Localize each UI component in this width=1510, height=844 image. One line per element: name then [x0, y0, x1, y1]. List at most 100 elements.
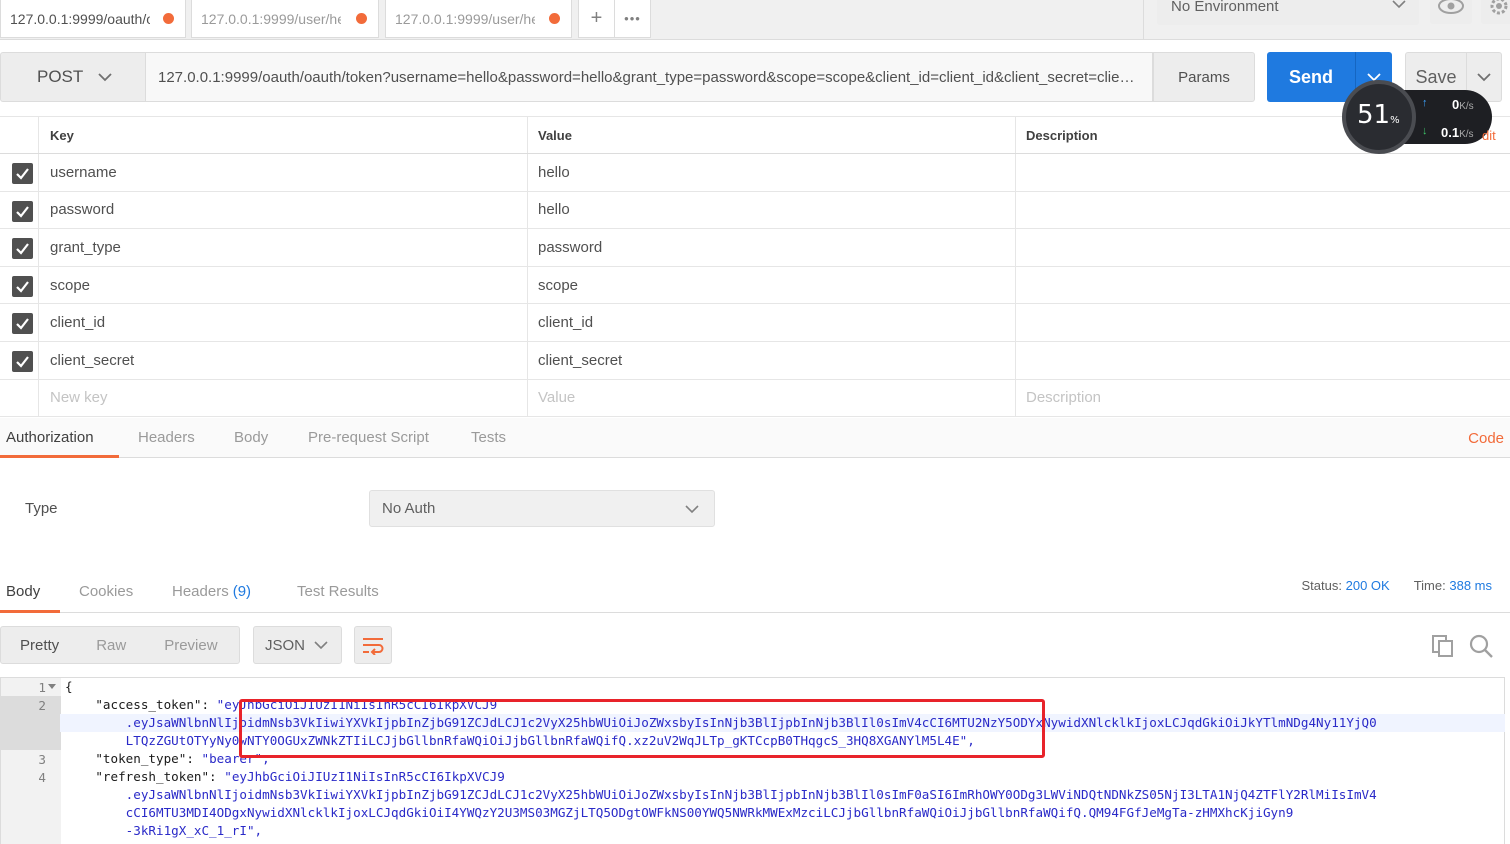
method-select[interactable]: POST: [0, 52, 146, 102]
param-key-cell[interactable]: client_secret: [38, 341, 527, 379]
new-tab-button[interactable]: +: [578, 0, 615, 38]
response-status: Status: 200 OK Time: 388 ms: [1302, 578, 1492, 593]
download-speed-value: 0.1: [1441, 125, 1460, 140]
check-icon: [16, 205, 29, 218]
tab-label: Body: [234, 429, 269, 446]
copy-button[interactable]: [1431, 634, 1455, 662]
response-tabs: Body Cookies Headers (9) Test Results St…: [0, 570, 1510, 613]
bulk-edit-link[interactable]: dit: [1482, 128, 1496, 143]
param-checkbox[interactable]: [12, 200, 33, 222]
auth-type-value: No Auth: [382, 500, 436, 517]
param-description-cell[interactable]: [1015, 229, 1510, 266]
param-description-cell[interactable]: [1015, 304, 1510, 341]
param-checkbox[interactable]: [12, 350, 33, 372]
wrap-lines-button[interactable]: [354, 626, 392, 664]
new-key-input[interactable]: New key: [38, 379, 527, 417]
params-button[interactable]: Params: [1153, 52, 1255, 102]
environment-quick-look-button[interactable]: [1430, 0, 1472, 24]
param-value-cell[interactable]: client_secret: [527, 341, 1015, 379]
code-line: "refresh_token": "eyJhbGciOiJIUzI1NiIsIn…: [65, 768, 505, 786]
view-mode-raw[interactable]: Raw: [96, 637, 126, 654]
param-key-cell[interactable]: scope: [38, 266, 527, 304]
check-icon: [16, 318, 29, 331]
param-description-cell[interactable]: [1015, 154, 1510, 191]
param-value-cell[interactable]: scope: [527, 266, 1015, 304]
auth-type-select[interactable]: No Auth: [369, 490, 715, 527]
code-token: {: [65, 679, 73, 694]
request-subtabs: Authorization Headers Body Pre-request S…: [0, 418, 1510, 458]
tab-authorization[interactable]: Authorization: [6, 418, 94, 457]
view-mode-preview[interactable]: Preview: [164, 637, 217, 654]
settings-button[interactable]: [1481, 0, 1510, 24]
code-token: "refresh_token":: [65, 769, 225, 784]
param-description-cell[interactable]: [1015, 266, 1510, 304]
chevron-down-icon: [1391, 0, 1407, 12]
tab-label: Test Results: [297, 582, 379, 600]
column-header-value: Value: [527, 117, 1015, 153]
tab-tests[interactable]: Tests: [471, 418, 506, 457]
send-button-label: Send: [1288, 66, 1333, 87]
param-checkbox[interactable]: [12, 313, 33, 335]
param-value-cell[interactable]: password: [527, 229, 1015, 266]
tab-response-body[interactable]: Body: [6, 570, 40, 612]
param-key-cell[interactable]: client_id: [38, 304, 527, 341]
tab-test-results[interactable]: Test Results: [297, 570, 379, 612]
upload-speed: 0K/s: [1452, 97, 1474, 112]
environment-select[interactable]: No Environment: [1157, 0, 1419, 25]
search-button[interactable]: [1468, 633, 1494, 663]
param-key-cell[interactable]: grant_type: [38, 229, 527, 266]
param-checkbox[interactable]: [12, 275, 33, 297]
tab-label: Body: [6, 582, 41, 600]
tab-body[interactable]: Body: [234, 418, 268, 457]
request-tab-title: 127.0.0.1:9999/user/hello: [201, 10, 341, 27]
url-input[interactable]: 127.0.0.1:9999/oauth/oauth/token?usernam…: [146, 52, 1153, 102]
tab-headers[interactable]: Headers: [138, 418, 195, 457]
network-speed-widget: 51% ↑ 0K/s ↓ 0.1K/s: [1342, 80, 1492, 154]
tab-cookies[interactable]: Cookies: [79, 570, 133, 612]
new-description-input[interactable]: Description: [1015, 379, 1510, 417]
view-mode-pretty[interactable]: Pretty: [20, 637, 59, 654]
param-description-cell[interactable]: [1015, 341, 1510, 379]
highlight-annotation-box: [239, 699, 1045, 758]
tab-label: Headers: [138, 429, 195, 446]
table-row: scope scope: [0, 266, 1510, 305]
request-tab[interactable]: 127.0.0.1:9999/user/hello: [385, 0, 572, 38]
format-select[interactable]: JSON: [253, 626, 342, 664]
param-value-cell[interactable]: client_id: [527, 304, 1015, 341]
tab-response-headers[interactable]: Headers (9): [172, 570, 251, 612]
param-key-cell[interactable]: username: [38, 154, 527, 191]
code-token: "access_token":: [65, 697, 217, 712]
request-tab-title: 127.0.0.1:9999/user/hello: [395, 10, 535, 27]
code-line: -3kRi1gX_xC_1_rI",: [65, 823, 263, 838]
time-value[interactable]: 388 ms: [1449, 578, 1492, 593]
table-row: grant_type password: [0, 229, 1510, 267]
param-checkbox[interactable]: [12, 163, 33, 184]
url-input-value: 127.0.0.1:9999/oauth/oauth/token?usernam…: [158, 68, 1138, 86]
code-token: "token_type":: [65, 751, 202, 766]
tab-label: Authorization: [6, 429, 94, 446]
params-button-label: Params: [1178, 68, 1230, 86]
param-value-cell[interactable]: hello: [527, 154, 1015, 191]
download-speed: 0.1K/s: [1441, 125, 1474, 140]
param-key-cell[interactable]: password: [38, 191, 527, 229]
tab-pre-request-script[interactable]: Pre-request Script: [308, 418, 429, 457]
table-row: client_secret client_secret: [0, 341, 1510, 380]
status-value[interactable]: 200 OK: [1346, 578, 1390, 593]
download-speed-unit: K/s: [1459, 129, 1474, 140]
code-link[interactable]: Code: [1468, 430, 1504, 447]
param-value-cell[interactable]: hello: [527, 191, 1015, 229]
param-checkbox[interactable]: [12, 238, 33, 260]
more-tabs-button[interactable]: •••: [614, 0, 651, 38]
request-tab[interactable]: 127.0.0.1:9999/user/hello: [191, 0, 379, 38]
chevron-down-icon: [684, 501, 700, 518]
environment-select-value: No Environment: [1171, 0, 1279, 15]
chevron-down-icon: [97, 67, 113, 87]
tab-label: Cookies: [79, 582, 134, 600]
new-value-input[interactable]: Value: [527, 379, 1015, 417]
tab-label: Tests: [471, 429, 507, 446]
eye-icon: [1438, 0, 1464, 14]
request-tab-active[interactable]: 127.0.0.1:9999/oauth/oauth/token: [0, 0, 186, 38]
param-description-cell[interactable]: [1015, 191, 1510, 229]
code-token: "eyJhbGciOiJIUzI1NiIsInR5cCI6IkpXVCJ9: [224, 769, 505, 784]
copy-icon: [1432, 635, 1453, 657]
